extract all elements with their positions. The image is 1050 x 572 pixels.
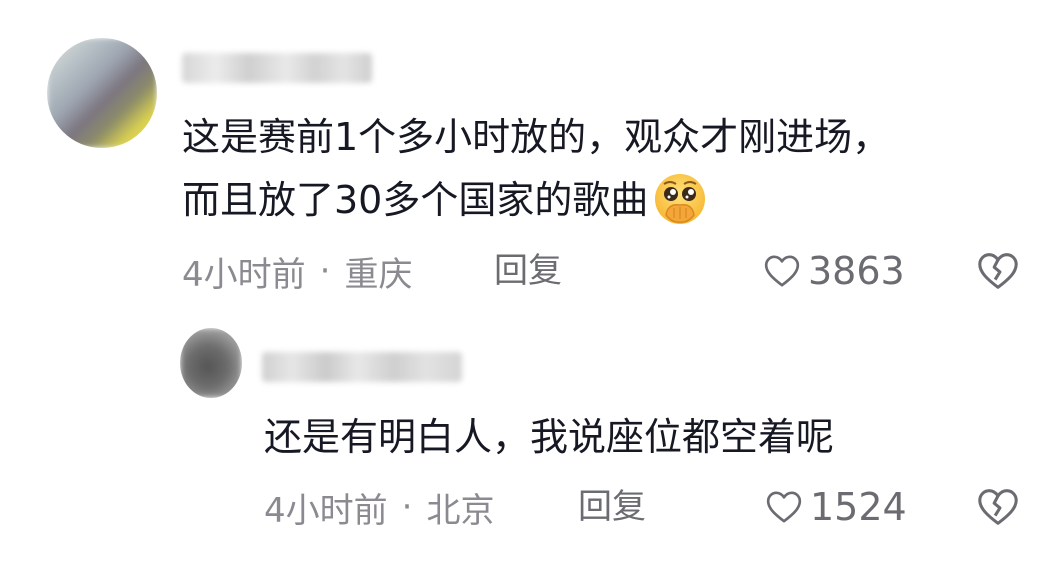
- reply-text: 还是有明白人，我说座位都空着呢: [264, 415, 835, 459]
- meta-separator: ·: [319, 251, 331, 291]
- reply-button[interactable]: 回复: [578, 484, 646, 530]
- replier-avatar[interactable]: [180, 328, 242, 398]
- reply-location: 北京: [426, 490, 495, 531]
- heart-outline-icon: [764, 255, 800, 287]
- heart-outline-icon: [766, 491, 802, 523]
- reply-time: 4小时前: [264, 490, 388, 531]
- like-button[interactable]: 3863: [762, 248, 905, 294]
- like-count: 3863: [808, 249, 905, 293]
- replier-username-blurred[interactable]: [262, 352, 462, 382]
- meta-separator: ·: [401, 487, 413, 527]
- broken-heart-icon[interactable]: [975, 248, 1021, 294]
- comment-text-line-2-text: 而且放了30多个国家的歌曲: [182, 178, 649, 222]
- commenter-username-blurred[interactable]: [182, 53, 372, 83]
- comment-text-line-1: 这是赛前1个多小时放的，观众才刚进场，: [182, 115, 891, 159]
- comment-text-line-2: 而且放了30多个国家的歌曲: [182, 168, 708, 232]
- comment-time: 4小时前: [182, 254, 306, 295]
- commenter-avatar[interactable]: [47, 38, 157, 148]
- pleading-hands-over-mouth-emoji-icon: [655, 173, 706, 224]
- like-button[interactable]: 1524: [764, 484, 907, 530]
- comment-meta: 4小时前 · 重庆: [182, 248, 413, 295]
- reply-button[interactable]: 回复: [494, 248, 562, 294]
- like-count: 1524: [810, 485, 907, 529]
- broken-heart-icon[interactable]: [975, 484, 1021, 530]
- reply-meta: 4小时前 · 北京: [264, 484, 495, 531]
- comment-location: 重庆: [344, 254, 413, 295]
